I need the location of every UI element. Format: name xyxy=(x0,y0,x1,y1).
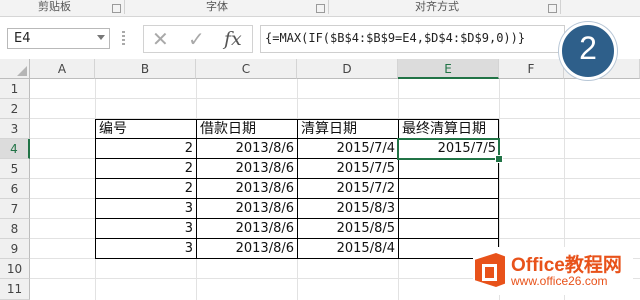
column-header-d[interactable]: D xyxy=(297,59,398,79)
ribbon-separator xyxy=(124,0,125,14)
table-header-cell[interactable]: 编号 xyxy=(96,119,196,139)
table-cell-loan-date[interactable]: 2013/8/6 xyxy=(197,239,297,259)
resize-handle-icon[interactable] xyxy=(122,31,125,47)
table-header-cell[interactable]: 最终清算日期 xyxy=(399,119,499,139)
row-header-4[interactable]: 4 xyxy=(0,139,30,159)
table-cell-id[interactable]: 3 xyxy=(96,219,196,239)
active-cell-selection[interactable] xyxy=(397,138,500,160)
row-header-10[interactable]: 10 xyxy=(0,259,30,279)
font-dialog-launcher-icon[interactable] xyxy=(316,4,325,13)
column-header-c[interactable]: C xyxy=(196,59,297,79)
column-header-e[interactable]: E xyxy=(398,59,499,79)
table-header-cell[interactable]: 清算日期 xyxy=(298,119,398,139)
table-cell-id[interactable]: 2 xyxy=(96,139,196,159)
enter-icon[interactable]: ✓ xyxy=(188,27,205,51)
step-number: 2 xyxy=(579,30,597,66)
table-cell-settle-date[interactable]: 2015/8/5 xyxy=(298,219,398,239)
table-header-cell[interactable]: 借款日期 xyxy=(197,119,297,139)
table-cell-id[interactable]: 2 xyxy=(96,159,196,179)
row-header-7[interactable]: 7 xyxy=(0,199,30,219)
table-cell-loan-date[interactable]: 2013/8/6 xyxy=(197,139,297,159)
row-header-8[interactable]: 8 xyxy=(0,219,30,239)
table-cell-settle-date[interactable]: 2015/8/3 xyxy=(298,199,398,219)
ribbon-separator xyxy=(560,0,561,14)
formula-buttons: ✕ ✓ fx xyxy=(143,25,253,53)
table-cell-final-date[interactable] xyxy=(399,179,499,199)
table-cell-id[interactable]: 2 xyxy=(96,179,196,199)
row-header-11[interactable]: 11 xyxy=(0,279,30,300)
select-all-button[interactable] xyxy=(0,59,30,79)
alignment-dialog-launcher-icon[interactable] xyxy=(548,4,557,13)
formula-text: {=MAX(IF($B$4:$B$9=E4,$D$4:$D$9,0))} xyxy=(265,31,526,45)
ribbon-group-font: 字体 xyxy=(206,0,228,13)
gridline xyxy=(30,98,640,99)
table-cell-settle-date[interactable]: 2015/8/4 xyxy=(298,239,398,259)
clipboard-dialog-launcher-icon[interactable] xyxy=(112,4,121,13)
formula-bar-row: E4 ✕ ✓ fx {=MAX(IF($B$4:$B$9=E4,$D$4:$D$… xyxy=(0,17,640,58)
logo-url: www.office26.com xyxy=(511,274,608,288)
column-header-b[interactable]: B xyxy=(95,59,196,79)
office-logo-icon xyxy=(475,253,505,287)
column-header-a[interactable]: A xyxy=(30,59,95,79)
step-number-badge: 2 xyxy=(559,22,617,80)
row-header-5[interactable]: 5 xyxy=(0,159,30,179)
table-cell-loan-date[interactable]: 2013/8/6 xyxy=(197,159,297,179)
row-header-3[interactable]: 3 xyxy=(0,119,30,139)
row-header-6[interactable]: 6 xyxy=(0,179,30,199)
formula-input[interactable]: {=MAX(IF($B$4:$B$9=E4,$D$4:$D$9,0))} xyxy=(260,25,565,53)
name-box-value: E4 xyxy=(14,31,31,46)
column-header-f[interactable]: F xyxy=(499,59,564,79)
table-cell-settle-date[interactable]: 2015/7/5 xyxy=(298,159,398,179)
table-cell-settle-date[interactable]: 2015/7/4 xyxy=(298,139,398,159)
table-cell-id[interactable]: 3 xyxy=(96,239,196,259)
ribbon-group-alignment: 对齐方式 xyxy=(415,0,459,13)
ribbon-group-clipboard: 剪贴板 xyxy=(38,0,71,13)
name-box[interactable]: E4 xyxy=(7,28,110,49)
table-cell-settle-date[interactable]: 2015/7/2 xyxy=(298,179,398,199)
table-cell-final-date[interactable] xyxy=(399,219,499,239)
table-cell-loan-date[interactable]: 2013/8/6 xyxy=(197,179,297,199)
insert-function-icon[interactable]: fx xyxy=(224,27,242,51)
office-logo-watermark: Office教程网 www.office26.com xyxy=(473,247,633,295)
cancel-icon[interactable]: ✕ xyxy=(152,27,169,51)
table-cell-final-date[interactable] xyxy=(399,159,499,179)
ribbon-separator xyxy=(328,0,329,14)
table-cell-loan-date[interactable]: 2013/8/6 xyxy=(197,219,297,239)
table-cell-loan-date[interactable]: 2013/8/6 xyxy=(197,199,297,219)
table-cell-id[interactable]: 3 xyxy=(96,199,196,219)
row-header-9[interactable]: 9 xyxy=(0,239,30,259)
table-cell-final-date[interactable] xyxy=(399,199,499,219)
logo-title: Office教程网 xyxy=(511,255,622,276)
row-header-2[interactable]: 2 xyxy=(0,99,30,119)
chevron-down-icon[interactable] xyxy=(97,35,105,40)
fill-handle[interactable] xyxy=(495,155,503,163)
row-header-1[interactable]: 1 xyxy=(0,79,30,99)
ribbon-group-bar: 剪贴板 字体 对齐方式 xyxy=(0,0,640,17)
